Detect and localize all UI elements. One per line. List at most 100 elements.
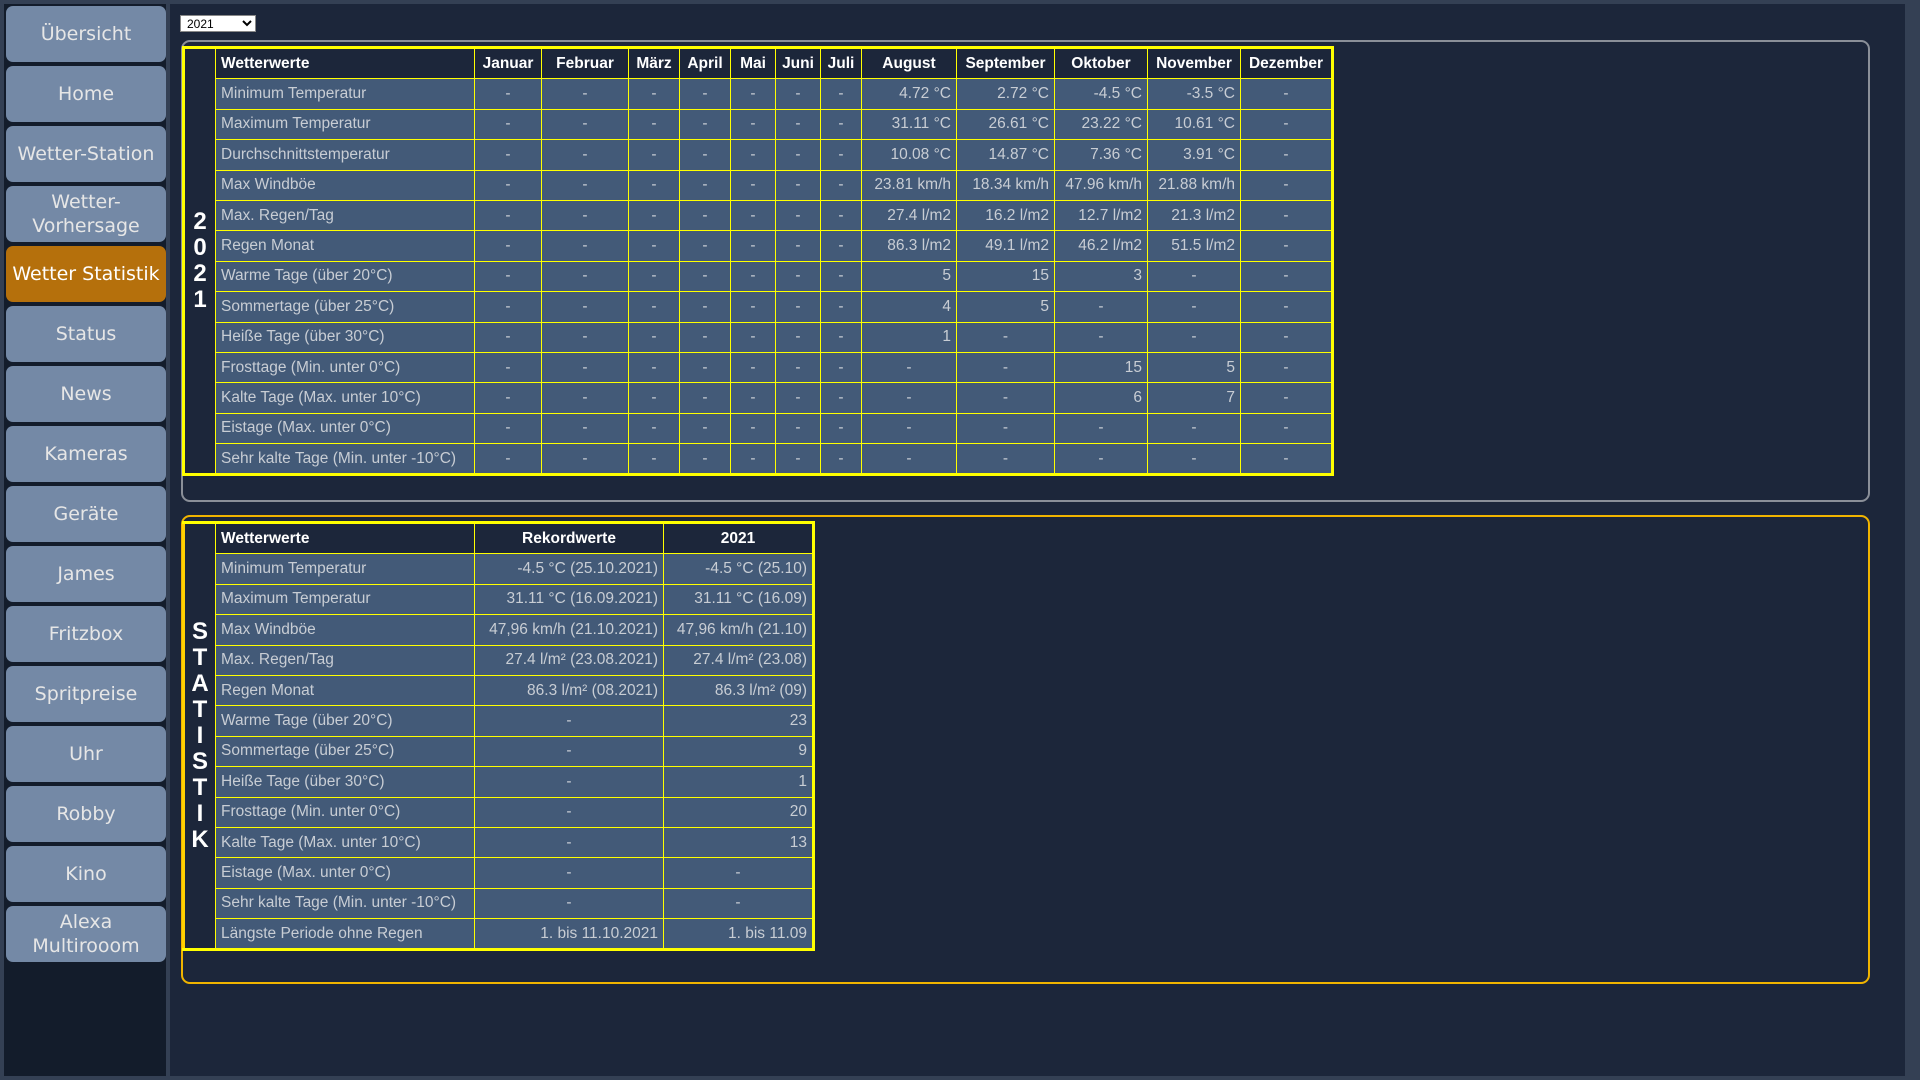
cell-value: - bbox=[730, 443, 776, 476]
sidebar-item-wetter-station[interactable]: Wetter-Station bbox=[6, 126, 166, 182]
cell-value: - bbox=[730, 382, 776, 414]
statistics-panel: S T A T I S T I K Wetterwerte Rekordwerte 2021 Minim… bbox=[181, 515, 1870, 984]
sidebar-item-news[interactable]: News bbox=[6, 366, 166, 422]
cell-value: 3.91 °C bbox=[1147, 139, 1241, 171]
row-label: Sommertage (über 25°C) bbox=[215, 291, 475, 323]
sidebar-item-kino[interactable]: Kino bbox=[6, 846, 166, 902]
header-row: 2 0 2 1 Wetterwerte Januar Februar März April Mai… bbox=[183, 46, 1333, 476]
cell-value: - bbox=[1240, 230, 1333, 262]
sidebar-item-home[interactable]: Home bbox=[6, 66, 166, 122]
cell-value: - bbox=[628, 260, 680, 293]
cell-value: 27.4 l/m2 bbox=[861, 199, 957, 232]
sidebar-item-wetter-vorhersage[interactable]: Wetter- Vorhersage bbox=[6, 186, 166, 242]
cell-value: - bbox=[1240, 412, 1333, 445]
cell-value: - bbox=[775, 443, 821, 476]
cell-value: - bbox=[679, 108, 731, 141]
cell-value: - bbox=[861, 443, 957, 476]
cell-value: 14.87 °C bbox=[956, 139, 1055, 171]
cell-value: 4.72 °C bbox=[861, 78, 957, 110]
cell-value: - bbox=[1240, 139, 1333, 171]
cell-value: - bbox=[775, 412, 821, 445]
row-label: Heiße Tage (über 30°C) bbox=[215, 766, 475, 798]
cell-value: -4.5 °C (25.10.2021) bbox=[474, 553, 664, 585]
cell-value: - bbox=[956, 351, 1055, 384]
sidebar-item-spritpreise[interactable]: Spritpreise bbox=[6, 666, 166, 722]
monthly-panel: 2 0 2 1 Wetterwerte Januar Februar März April Mai… bbox=[181, 40, 1870, 502]
table-row: Heiße Tage (über 30°C) - - - - - - -1- - - - bbox=[184, 321, 1333, 353]
sidebar-item-wetter-statistik[interactable]: Wetter Statistik bbox=[6, 246, 166, 302]
cell-value: - bbox=[541, 443, 629, 476]
cell-value: 86.3 l/m² (09) bbox=[663, 674, 814, 707]
cell-value: - bbox=[474, 443, 542, 476]
cell-value: 5 bbox=[1147, 351, 1241, 384]
sidebar-item-james[interactable]: James bbox=[6, 546, 166, 602]
header-row: S T A T I S T I K Wetterwerte Rekordwerte 2021 bbox=[183, 521, 814, 951]
cell-value: - bbox=[820, 139, 862, 171]
cell-value: - bbox=[730, 412, 776, 445]
table-row: Eistage (Max. unter 0°C) - - bbox=[184, 857, 814, 889]
cell-value: - bbox=[775, 78, 821, 110]
row-label: Maximum Temperatur bbox=[215, 583, 475, 616]
cell-value: - bbox=[1240, 199, 1333, 232]
cell-value: - bbox=[474, 139, 542, 171]
cell-value: - bbox=[679, 412, 731, 445]
row-label: Regen Monat bbox=[215, 674, 475, 707]
cell-value: 4 bbox=[861, 291, 957, 323]
cell-value: - bbox=[474, 796, 664, 828]
sidebar-item-uhr[interactable]: Uhr bbox=[6, 726, 166, 782]
table-row: Eistage (Max. unter 0°C) - - - - - - - - - - - - bbox=[184, 412, 1333, 445]
cell-value: 1 bbox=[861, 321, 957, 353]
cell-value: - bbox=[474, 199, 542, 232]
cell-value: - bbox=[474, 108, 542, 141]
table-row: Maximum Temperatur - - - - - - -31.11 °C 26.61 °… bbox=[184, 108, 1333, 141]
cell-value: - bbox=[1147, 291, 1241, 323]
table-row: Maximum Temperatur 31.11 °C (16.09.2021) 3… bbox=[184, 583, 814, 616]
sidebar-item-robby[interactable]: Robby bbox=[6, 786, 166, 842]
cell-value: - bbox=[628, 443, 680, 476]
cell-value: - bbox=[628, 78, 680, 110]
cell-value: - bbox=[730, 169, 776, 201]
cell-value: - bbox=[628, 108, 680, 141]
cell-value: - bbox=[775, 230, 821, 262]
cell-value: - bbox=[628, 199, 680, 232]
cell-value: - bbox=[1240, 78, 1333, 110]
cell-value: - bbox=[820, 260, 862, 293]
column-header: Wetterwerte bbox=[215, 46, 475, 80]
cell-value: - bbox=[956, 321, 1055, 353]
year-select[interactable]: 2021 bbox=[180, 15, 256, 32]
cell-value: -4.5 °C (25.10) bbox=[663, 553, 814, 585]
cell-value: 46.2 l/m2 bbox=[1054, 230, 1148, 262]
sidebar-item-alexa-multirooom[interactable]: Alexa Multirooom bbox=[6, 906, 166, 962]
cell-value: - bbox=[474, 169, 542, 201]
cell-value: - bbox=[820, 351, 862, 384]
cell-value: - bbox=[1240, 443, 1333, 476]
cell-value: 21.88 km/h bbox=[1147, 169, 1241, 201]
cell-value: - bbox=[541, 169, 629, 201]
sidebar-item-übersicht[interactable]: Übersicht bbox=[6, 6, 166, 62]
sidebar-item-fritzbox[interactable]: Fritzbox bbox=[6, 606, 166, 662]
cell-value: - bbox=[1240, 291, 1333, 323]
table-row: Sehr kalte Tage (Min. unter -10°C) - - - - - -… bbox=[184, 443, 1333, 476]
sidebar-item-geräte[interactable]: Geräte bbox=[6, 486, 166, 542]
cell-value: 86.3 l/m² (08.2021) bbox=[474, 674, 664, 707]
cell-value: - bbox=[474, 260, 542, 293]
cell-value: - bbox=[474, 382, 542, 414]
sidebar-item-kameras[interactable]: Kameras bbox=[6, 426, 166, 482]
cell-value: - bbox=[820, 382, 862, 414]
table-row: Kalte Tage (Max. unter 10°C) -13 bbox=[184, 826, 814, 859]
cell-value: - bbox=[1240, 382, 1333, 414]
cell-value: - bbox=[679, 443, 731, 476]
cell-value: - bbox=[628, 321, 680, 353]
sidebar-item-status[interactable]: Status bbox=[6, 306, 166, 362]
row-label: Max Windböe bbox=[215, 614, 475, 646]
cell-value: 47.96 km/h bbox=[1054, 169, 1148, 201]
cell-value: 1 bbox=[663, 766, 814, 798]
table-row: Regen Monat - - - - - - -86.3 l/m2 49.1 l/m2 46.2… bbox=[184, 230, 1333, 262]
row-label: Durchschnittstemperatur bbox=[215, 139, 475, 171]
cell-value: - bbox=[679, 351, 731, 384]
row-label: Eistage (Max. unter 0°C) bbox=[215, 857, 475, 889]
cell-value: - bbox=[730, 78, 776, 110]
statistik-side-label: STATISTIK bbox=[183, 521, 216, 951]
row-label: Frosttage (Min. unter 0°C) bbox=[215, 351, 475, 384]
table-row: Minimum Temperatur -4.5 °C (25.10.2021) -4… bbox=[184, 553, 814, 585]
